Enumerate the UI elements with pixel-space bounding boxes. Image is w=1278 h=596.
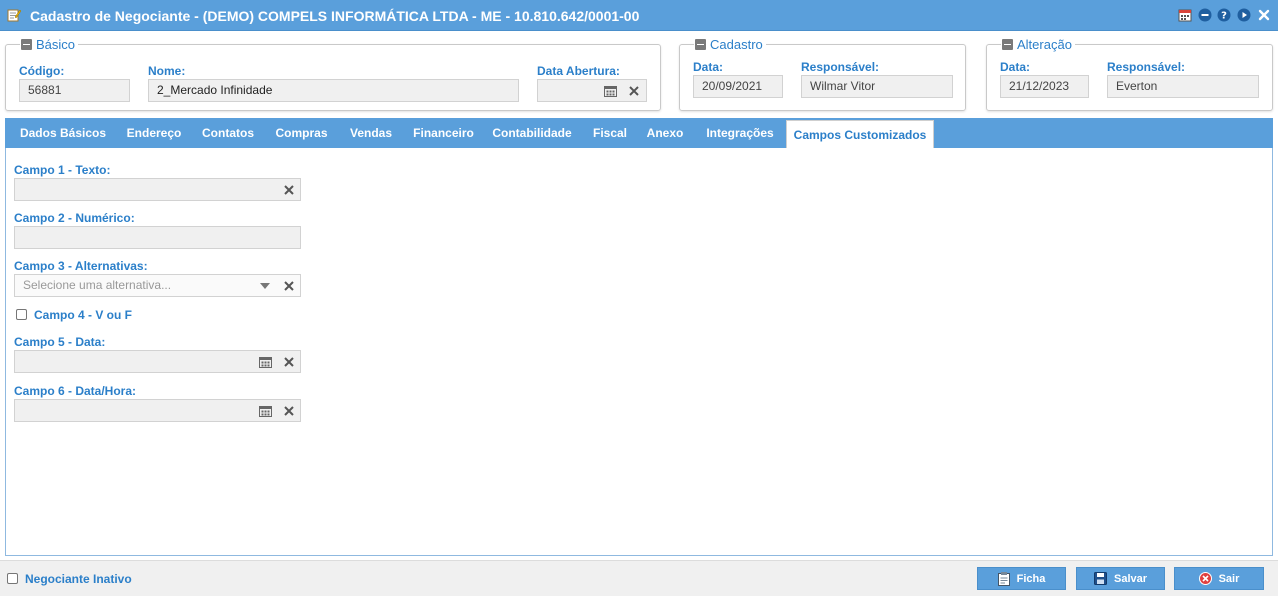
clear-x-icon[interactable]	[278, 351, 300, 372]
campo5-label: Campo 5 - Data:	[14, 335, 106, 349]
nome-field[interactable]: 2_Mercado Infinidade	[148, 79, 519, 102]
campo4-label: Campo 4 - V ou F	[34, 308, 133, 322]
caret-down-icon[interactable]	[254, 275, 276, 296]
collapse-alteracao-icon[interactable]	[1002, 38, 1013, 50]
ficha-button[interactable]: Ficha	[977, 567, 1066, 590]
codigo-field[interactable]: 56881	[19, 79, 130, 102]
cadastro-responsavel-label: Responsável:	[801, 60, 880, 74]
basico-legend: Básico	[36, 36, 76, 52]
ficha-label: Ficha	[1016, 572, 1046, 585]
clear-x-icon[interactable]	[278, 275, 300, 296]
sair-button[interactable]: Sair	[1174, 567, 1264, 590]
calendar-icon[interactable]	[254, 400, 276, 421]
cadastro-data-field: 20/09/2021	[693, 75, 783, 98]
collapse-cadastro-icon[interactable]	[695, 38, 706, 50]
svg-text:?: ?	[1221, 11, 1227, 22]
campo3-label: Campo 3 - Alternativas:	[14, 259, 148, 273]
campo1-label: Campo 1 - Texto:	[14, 163, 111, 177]
edit-form-icon	[7, 9, 21, 22]
help-icon[interactable]: ?	[1217, 8, 1231, 22]
calendar-icon[interactable]	[599, 80, 621, 101]
clear-x-icon[interactable]	[278, 179, 300, 200]
cadastro-legend: Cadastro	[710, 36, 763, 52]
clipboard-icon	[997, 571, 1010, 586]
tab-vendas[interactable]: Vendas	[342, 118, 400, 148]
tab-campos-customizados[interactable]: Campos Customizados	[786, 120, 934, 148]
tab-contatos[interactable]: Contatos	[195, 118, 261, 148]
collapse-basico-icon[interactable]	[21, 38, 32, 50]
cadastro-responsavel-field: Wilmar Vitor	[801, 75, 953, 98]
calendar-icon[interactable]	[1178, 8, 1192, 22]
tab-endereco[interactable]: Endereço	[117, 118, 191, 148]
clear-x-icon[interactable]	[278, 400, 300, 421]
close-icon[interactable]	[1257, 8, 1271, 22]
tab-integracoes[interactable]: Integrações	[695, 118, 785, 148]
tab-fiscal[interactable]: Fiscal	[585, 118, 635, 148]
window-title: Cadastro de Negociante - (DEMO) COMPELS …	[30, 8, 640, 24]
campo2-numeric-input[interactable]	[14, 226, 301, 249]
nome-label: Nome:	[148, 64, 186, 78]
alteracao-data-label: Data:	[1000, 60, 1031, 74]
tab-financeiro[interactable]: Financeiro	[404, 118, 483, 148]
footer-bar: Negociante Inativo Ficha Salvar Sair	[0, 560, 1278, 596]
tab-contabilidade[interactable]: Contabilidade	[487, 118, 577, 148]
sair-label: Sair	[1218, 572, 1240, 585]
window-titlebar: Cadastro de Negociante - (DEMO) COMPELS …	[0, 0, 1278, 31]
campo1-text-input[interactable]	[14, 178, 301, 201]
clear-x-icon[interactable]	[623, 80, 645, 101]
salvar-label: Salvar	[1113, 572, 1148, 585]
cadastro-data-label: Data:	[693, 60, 724, 74]
tab-compras[interactable]: Compras	[265, 118, 338, 148]
campo6-label: Campo 6 - Data/Hora:	[14, 384, 137, 398]
floppy-disk-icon	[1093, 572, 1107, 585]
alteracao-data-field: 21/12/2023	[1000, 75, 1089, 98]
tab-bar: Dados Básicos Endereço Contatos Compras …	[5, 118, 1273, 148]
alteracao-responsavel-field: Everton	[1107, 75, 1259, 98]
salvar-button[interactable]: Salvar	[1076, 567, 1165, 590]
campo4-checkbox[interactable]	[16, 309, 27, 320]
tab-anexo[interactable]: Anexo	[639, 118, 691, 148]
campo2-label: Campo 2 - Numérico:	[14, 211, 135, 225]
tab-dados-basicos[interactable]: Dados Básicos	[13, 118, 113, 148]
negociante-inativo-label: Negociante Inativo	[25, 572, 132, 586]
alteracao-responsavel-label: Responsável:	[1107, 60, 1186, 74]
exit-icon	[1198, 572, 1212, 585]
codigo-label: Código:	[19, 64, 65, 78]
calendar-icon[interactable]	[254, 351, 276, 372]
alteracao-legend: Alteração	[1017, 36, 1072, 52]
forward-icon[interactable]	[1237, 8, 1251, 22]
negociante-inativo-checkbox[interactable]	[7, 573, 18, 584]
minimize-icon[interactable]	[1198, 8, 1212, 22]
data-abertura-label: Data Abertura:	[537, 64, 620, 78]
